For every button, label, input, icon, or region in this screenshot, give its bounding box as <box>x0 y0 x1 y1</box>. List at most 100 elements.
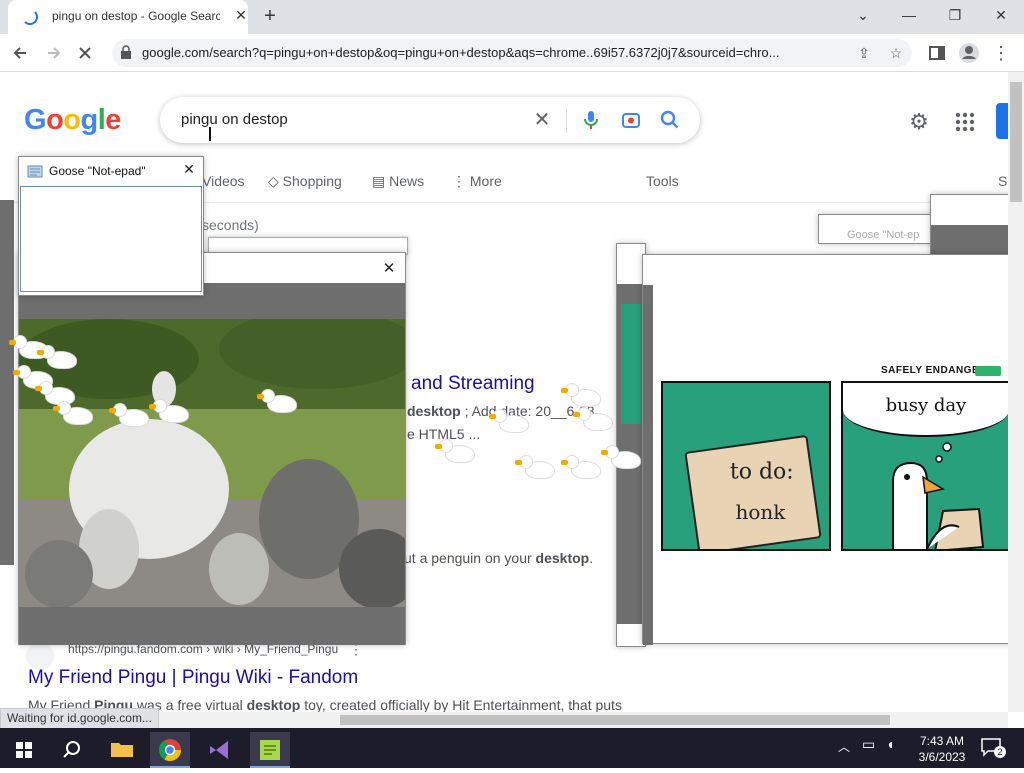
tab-more[interactable]: ⋮ More <box>452 173 502 190</box>
notification-count-badge: 2 <box>994 746 1006 758</box>
tab-shopping[interactable]: ◇ Shopping <box>268 173 342 190</box>
goose-sprite[interactable] <box>257 390 296 412</box>
meme-window[interactable]: ✕ <box>18 252 406 645</box>
stop-loading-button[interactable] <box>72 40 98 66</box>
minimize-button[interactable]: — <box>886 0 932 30</box>
tab-search-button[interactable]: ⌄ <box>840 0 886 30</box>
new-tab-button[interactable]: + <box>258 5 282 29</box>
tray-chevron-icon[interactable]: ︿ <box>838 738 850 755</box>
goose-sprite[interactable] <box>35 382 74 404</box>
vertical-scroll-thumb[interactable] <box>1010 82 1022 202</box>
share-icon[interactable]: ⇪ <box>854 43 874 63</box>
bookmark-star-icon[interactable]: ☆ <box>886 43 906 63</box>
ghost-notepad-window[interactable]: Goose "Not-ep <box>818 214 938 244</box>
goose-sprite[interactable] <box>515 456 554 478</box>
tools-button[interactable]: Tools <box>646 173 679 189</box>
comic-window[interactable]: ✕ SAFELY ENDANGERED to do: honk busy day <box>642 254 1024 645</box>
restore-button[interactable]: ❐ <box>932 0 978 30</box>
search-box[interactable]: pingu on destop ✕ <box>160 97 700 143</box>
goose-notepad-window[interactable]: Goose "Not-epad" ✕ <box>18 156 204 296</box>
address-bar[interactable]: google.com/search?q=pingu+on+destop&oq=p… <box>112 39 912 67</box>
goose-sprite[interactable] <box>601 446 640 468</box>
goose-sprite[interactable] <box>149 400 188 422</box>
chrome-icon <box>159 739 181 761</box>
logo-letter: e <box>105 104 121 136</box>
close-icon <box>79 47 91 59</box>
profile-button[interactable] <box>956 40 982 66</box>
forward-button[interactable] <box>40 40 66 66</box>
todo-item: honk <box>735 500 786 525</box>
search-submit-button[interactable] <box>659 109 681 131</box>
goose-beak <box>573 412 580 417</box>
network-icon[interactable]: ▭ <box>862 736 875 753</box>
grid-icon <box>955 112 975 132</box>
vertical-scrollbar[interactable] <box>1008 72 1024 712</box>
result1-title[interactable]: and Streaming <box>411 373 535 395</box>
google-logo[interactable]: Google <box>24 104 121 137</box>
microphone-icon <box>584 111 598 129</box>
start-button[interactable] <box>4 732 44 768</box>
ghost-notepad-title: Goose "Not-ep <box>847 229 920 241</box>
notepad-text-area[interactable] <box>20 186 202 292</box>
clear-search-icon[interactable]: ✕ <box>531 109 553 131</box>
tab-title: pingu on destop - Google Search <box>52 9 220 23</box>
settings-gear-icon[interactable]: ⚙ <box>906 109 932 135</box>
taskbar-search-button[interactable] <box>52 732 92 768</box>
file-explorer-button[interactable] <box>102 732 142 768</box>
goose-sprite[interactable] <box>435 440 474 462</box>
goose-beak <box>35 386 42 391</box>
close-window-button[interactable]: ✕ <box>978 0 1024 30</box>
result3-title[interactable]: My Friend Pingu | Pingu Wiki - Fandom <box>28 667 358 689</box>
back-button[interactable] <box>8 40 34 66</box>
goose-beak <box>9 340 16 345</box>
ghost-left-edge <box>0 200 14 565</box>
visual-studio-button[interactable] <box>200 732 240 768</box>
goose-sprite[interactable] <box>561 456 600 478</box>
image-search-icon[interactable] <box>620 109 642 131</box>
goose-beak <box>561 460 568 465</box>
goose-beak <box>109 408 116 413</box>
comic-badge <box>975 366 1001 376</box>
logo-letter: G <box>24 104 47 136</box>
goose-sprite[interactable] <box>573 408 612 430</box>
status-bubble: Waiting for id.google.com... <box>0 708 159 730</box>
clock-time[interactable]: 7:43 AM <box>902 734 982 748</box>
tab-close-button[interactable]: ✕ <box>232 6 250 24</box>
side-panel-icon <box>929 46 945 60</box>
goose-sprite[interactable] <box>109 404 148 426</box>
notepad-close-button[interactable]: ✕ <box>179 161 199 179</box>
result2-pre: ut a penguin on your <box>404 550 536 566</box>
tab-partial[interactable]: S <box>998 173 1007 189</box>
tab-news[interactable]: ▤ News <box>372 173 424 190</box>
tag-icon: ◇ <box>268 173 283 189</box>
tab-strip: pingu on destop - Google Search ✕ + ⌄ — … <box>0 0 1024 34</box>
notification-button[interactable]: 2 <box>980 736 1006 758</box>
chrome-taskbar-button[interactable] <box>150 732 190 768</box>
menu-kebab-icon[interactable]: ⋮ <box>988 40 1014 66</box>
loading-spinner-icon <box>22 9 38 25</box>
search-input[interactable]: pingu on destop <box>181 111 288 128</box>
logo-letter: g <box>80 104 99 136</box>
goose-sprite[interactable] <box>489 410 528 432</box>
volume-icon[interactable]: ◖ <box>886 736 894 752</box>
lock-icon <box>121 45 131 59</box>
goose-sprite[interactable] <box>37 346 76 368</box>
goose-app-button[interactable] <box>250 732 290 768</box>
search-icon <box>660 110 679 129</box>
side-panel-button[interactable] <box>924 40 950 66</box>
goose-sprite[interactable] <box>561 384 600 406</box>
goose-sprite[interactable] <box>53 402 92 424</box>
horizontal-scroll-thumb[interactable] <box>340 715 890 725</box>
browser-tab[interactable]: pingu on destop - Google Search ✕ <box>8 0 248 34</box>
tab-videos[interactable]: Videos <box>202 173 245 189</box>
goose-beak <box>149 404 156 409</box>
voice-search-icon[interactable] <box>580 109 602 131</box>
todo-heading: to do: <box>729 459 794 485</box>
clock-date[interactable]: 3/6/2023 <box>902 750 982 764</box>
tab-news-label: News <box>389 173 425 189</box>
notepad-title: Goose "Not-epad" <box>49 164 146 178</box>
kebab-icon: ⋮ <box>452 173 470 189</box>
goose-beak <box>257 394 264 399</box>
meme-close-button[interactable]: ✕ <box>379 259 399 277</box>
google-apps-grid-icon[interactable] <box>952 109 978 135</box>
